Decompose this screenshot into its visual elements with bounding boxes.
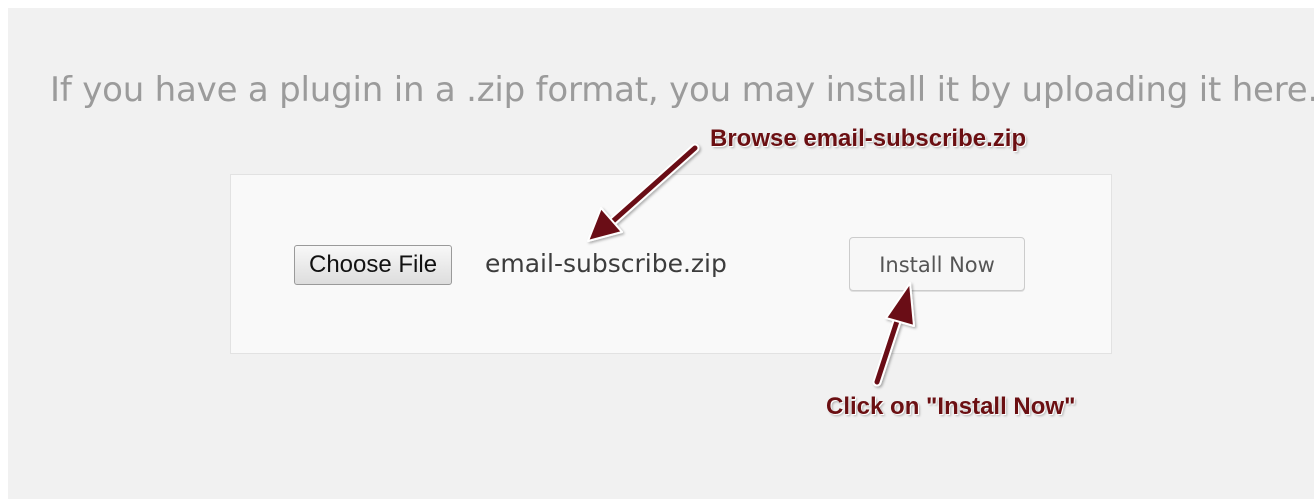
upload-form: Choose File email-subscribe.zip Install … — [230, 174, 1112, 354]
browse-annotation: Browse email-subscribe.zip — [710, 125, 1027, 152]
install-now-button[interactable]: Install Now — [849, 237, 1025, 291]
upload-instructions: If you have a plugin in a .zip format, y… — [50, 70, 1314, 110]
choose-file-button[interactable]: Choose File — [294, 245, 453, 285]
install-annotation: Click on "Install Now" — [826, 393, 1076, 420]
selected-file-name: email-subscribe.zip — [485, 249, 727, 278]
